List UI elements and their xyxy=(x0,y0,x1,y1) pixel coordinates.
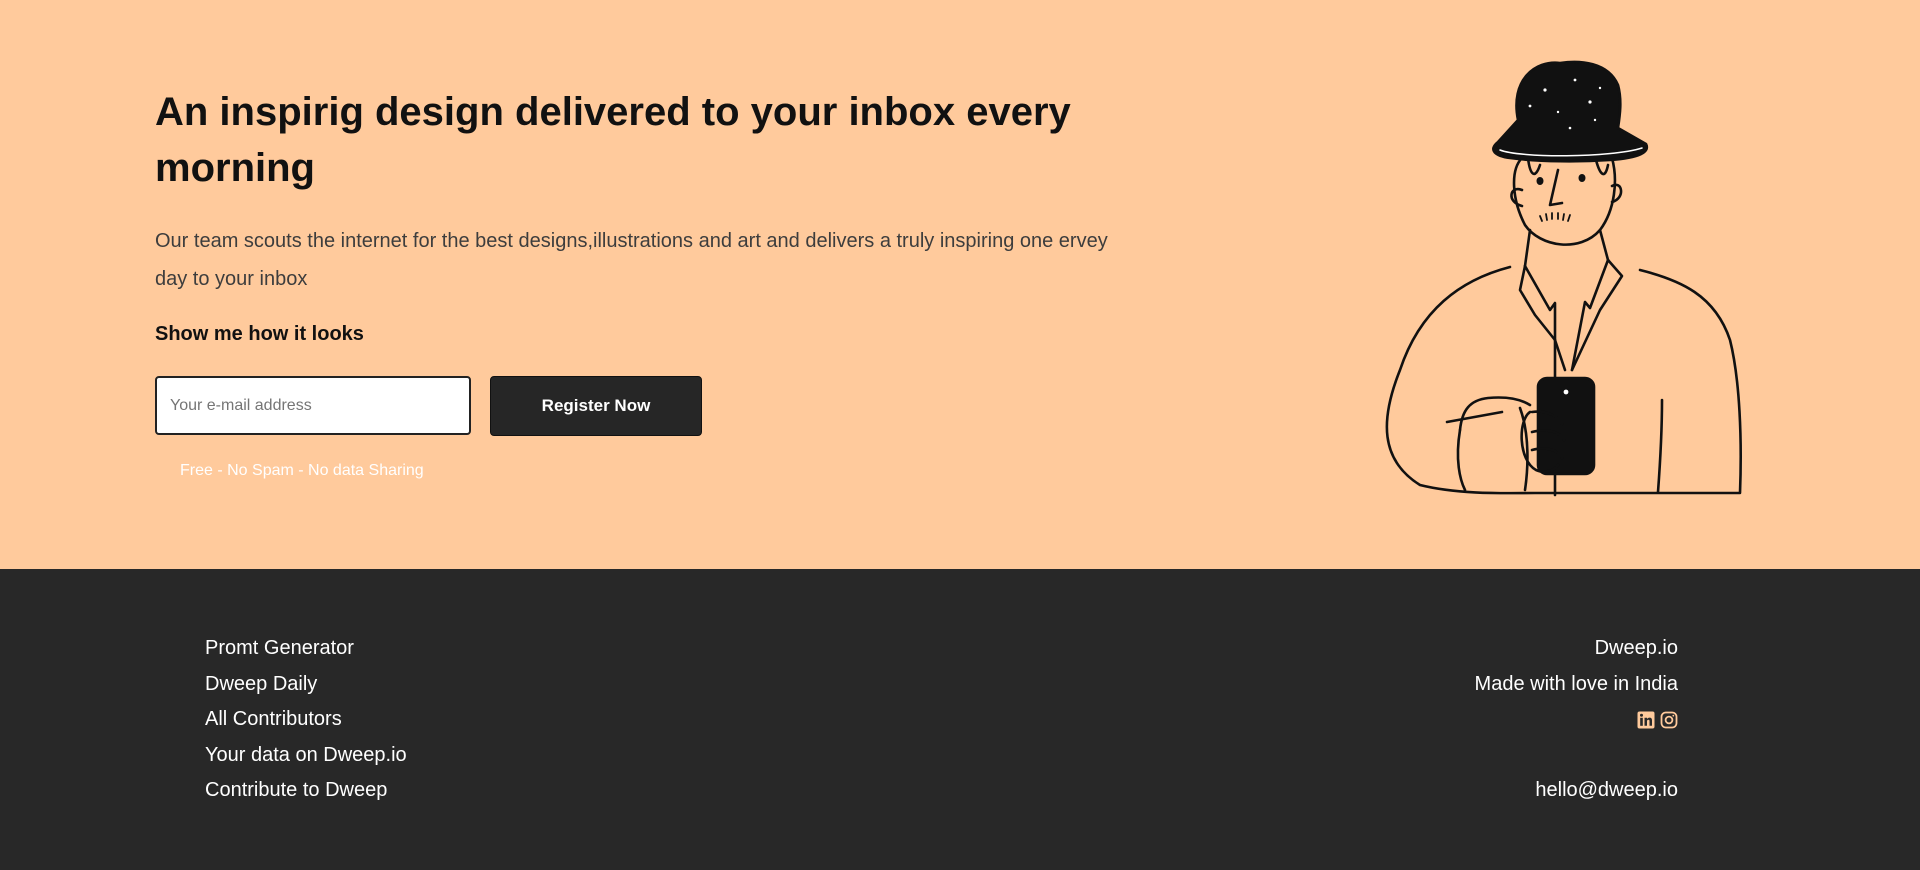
hero-section: An inspirig design delivered to your inb… xyxy=(0,0,1920,569)
register-button[interactable]: Register Now xyxy=(490,376,702,436)
footer-link-item: All Contributors xyxy=(205,702,407,738)
instagram-icon[interactable] xyxy=(1660,711,1678,729)
footer-spacer xyxy=(1475,738,1678,774)
footer-tagline: Made with love in India xyxy=(1474,672,1678,695)
hero-description: Our team scouts the internet for the bes… xyxy=(155,230,1108,290)
linkedin-icon[interactable] xyxy=(1637,711,1655,729)
footer: Promt Generator Dweep Daily All Contribu… xyxy=(0,569,1920,870)
footer-link-prompt-generator[interactable]: Promt Generator xyxy=(205,637,354,659)
footer-link-item: Contribute to Dweep xyxy=(205,773,407,809)
footer-links: Promt Generator Dweep Daily All Contribu… xyxy=(205,631,407,809)
footer-link-item: Dweep Daily xyxy=(205,667,407,703)
email-input[interactable] xyxy=(155,376,471,435)
footer-email-link[interactable]: hello@dweep.io xyxy=(1535,779,1678,801)
footer-link-contribute[interactable]: Contribute to Dweep xyxy=(205,779,387,801)
footer-info: Dweep.io Made with love in India hello@d… xyxy=(1475,631,1678,809)
footer-link-item: Your data on Dweep.io xyxy=(205,738,407,774)
cta-heading: Show me how it looks xyxy=(155,323,364,345)
footer-link-item: Promt Generator xyxy=(205,631,407,667)
footer-email-row: hello@dweep.io xyxy=(1475,773,1678,809)
hero-title: An inspirig design delivered to your inb… xyxy=(155,90,1071,190)
footer-link-your-data[interactable]: Your data on Dweep.io xyxy=(205,744,407,766)
footer-brand: Dweep.io xyxy=(1594,637,1678,659)
man-with-phone-illustration xyxy=(1385,60,1742,497)
social-links xyxy=(1475,702,1678,738)
footer-link-dweep-daily[interactable]: Dweep Daily xyxy=(205,673,317,695)
disclaimer-text: Free - No Spam - No data Sharing xyxy=(180,462,424,479)
footer-link-all-contributors[interactable]: All Contributors xyxy=(205,708,342,730)
